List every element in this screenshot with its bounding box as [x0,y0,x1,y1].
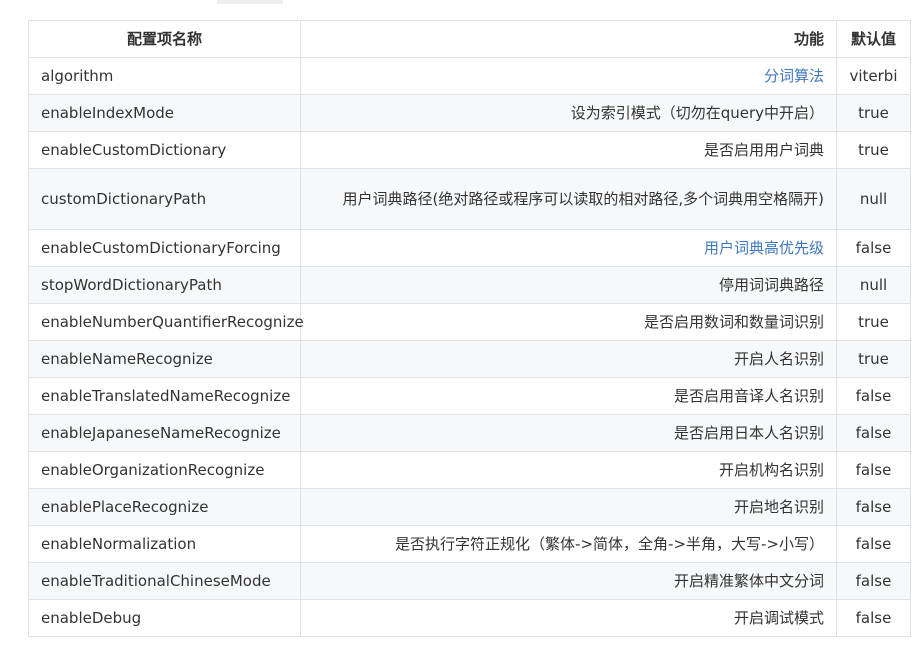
config-name-cell: enablePlaceRecognize [28,488,301,526]
default-value-cell: false [836,229,911,267]
config-name-cell: enableTraditionalChineseMode [28,562,301,600]
table-row: enableIndexMode 设为索引模式（切勿在query中开启） true [28,94,911,132]
table-row: algorithm 分词算法 viterbi [28,57,911,95]
default-value-cell: null [836,266,911,304]
default-value-cell: false [836,599,911,637]
function-cell: 是否启用用户词典 [300,131,837,169]
default-value-cell: viterbi [836,57,911,95]
default-value-cell: true [836,303,911,341]
table-row: enableTraditionalChineseMode 开启精准繁体中文分词 … [28,562,911,600]
header-default-value: 默认值 [836,20,911,58]
default-value-cell: false [836,451,911,489]
default-value-cell: false [836,562,911,600]
table-row: enableOrganizationRecognize 开启机构名识别 fals… [28,451,911,489]
function-cell: 用户词典路径(绝对路径或程序可以读取的相对路径,多个词典用空格隔开) [300,168,837,230]
function-cell: 开启机构名识别 [300,451,837,489]
config-table: 配置项名称 功能 默认值 algorithm 分词算法 viterbi enab… [28,20,911,637]
default-value-cell: false [836,377,911,415]
table-header-row: 配置项名称 功能 默认值 [28,20,911,58]
function-cell: 设为索引模式（切勿在query中开启） [300,94,837,132]
function-cell: 是否启用数词和数量词识别 [300,303,837,341]
function-cell: 是否启用日本人名识别 [300,414,837,452]
table-row: enableCustomDictionaryForcing 用户词典高优先级 f… [28,229,911,267]
default-value-cell: true [836,340,911,378]
config-name-cell: enableOrganizationRecognize [28,451,301,489]
function-cell: 用户词典高优先级 [300,229,837,267]
function-cell: 是否执行字符正规化（繁体->简体，全角->半角，大写->小写） [300,525,837,563]
config-name-cell: enableCustomDictionaryForcing [28,229,301,267]
table-row: enableNormalization 是否执行字符正规化（繁体->简体，全角-… [28,525,911,563]
config-name-cell: enableIndexMode [28,94,301,132]
function-cell: 开启调试模式 [300,599,837,637]
default-value-cell: false [836,525,911,563]
config-name-cell: enableCustomDictionary [28,131,301,169]
table-row: stopWordDictionaryPath 停用词词典路径 null [28,266,911,304]
table-row: enablePlaceRecognize 开启地名识别 false [28,488,911,526]
config-name-cell: customDictionaryPath [28,168,301,230]
table-row: enableDebug 开启调试模式 false [28,599,911,637]
table-row: enableNameRecognize 开启人名识别 true [28,340,911,378]
function-cell: 开启地名识别 [300,488,837,526]
config-name-cell: enableNameRecognize [28,340,301,378]
function-link[interactable]: 分词算法 [764,67,824,85]
function-cell: 停用词词典路径 [300,266,837,304]
top-tab-indicator [217,0,283,4]
function-cell: 是否启用音译人名识别 [300,377,837,415]
function-link[interactable]: 用户词典高优先级 [704,239,824,257]
function-cell: 开启精准繁体中文分词 [300,562,837,600]
default-value-cell: null [836,168,911,230]
table-row: enableCustomDictionary 是否启用用户词典 true [28,131,911,169]
function-cell: 分词算法 [300,57,837,95]
default-value-cell: true [836,94,911,132]
config-name-cell: enableJapaneseNameRecognize [28,414,301,452]
table-row: enableNumberQuantifierRecognize 是否启用数词和数… [28,303,911,341]
table-row: customDictionaryPath 用户词典路径(绝对路径或程序可以读取的… [28,168,911,230]
config-name-cell: enableDebug [28,599,301,637]
table-row: enableJapaneseNameRecognize 是否启用日本人名识别 f… [28,414,911,452]
table-row: enableTranslatedNameRecognize 是否启用音译人名识别… [28,377,911,415]
config-name-cell: enableTranslatedNameRecognize [28,377,301,415]
header-config-name: 配置项名称 [28,20,301,58]
config-name-cell: enableNormalization [28,525,301,563]
header-function: 功能 [300,20,837,58]
function-cell: 开启人名识别 [300,340,837,378]
config-name-cell: stopWordDictionaryPath [28,266,301,304]
default-value-cell: false [836,488,911,526]
config-name-cell: enableNumberQuantifierRecognize [28,303,304,341]
default-value-cell: false [836,414,911,452]
default-value-cell: true [836,131,911,169]
config-table-container: 配置项名称 功能 默认值 algorithm 分词算法 viterbi enab… [28,20,911,637]
config-name-cell: algorithm [28,57,301,95]
